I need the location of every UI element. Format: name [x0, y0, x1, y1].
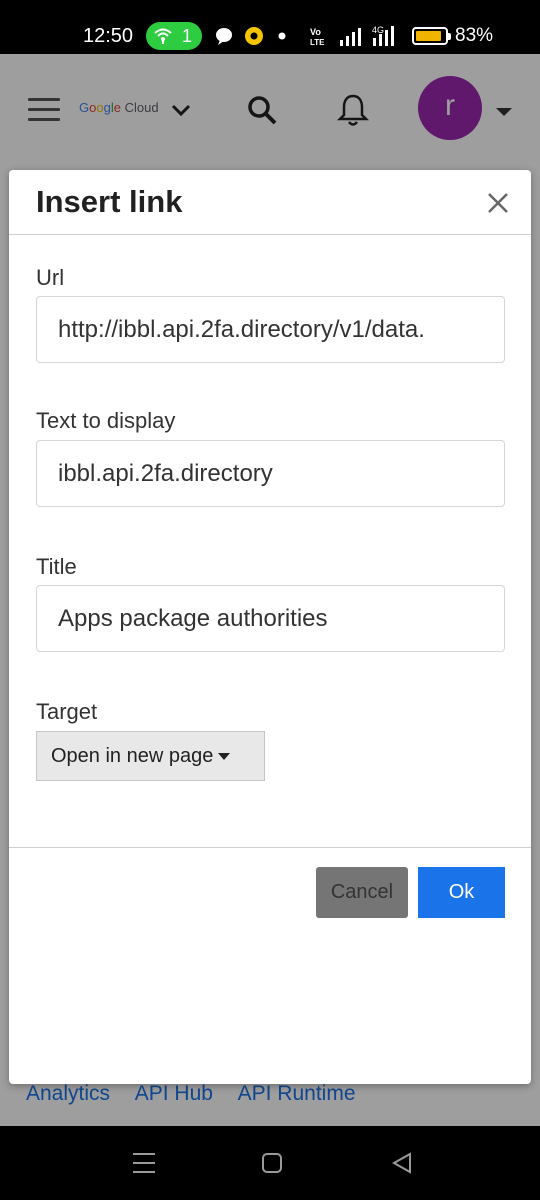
ok-button[interactable]: Ok: [418, 867, 505, 918]
back-icon[interactable]: [390, 1151, 414, 1175]
target-select[interactable]: Open in new page: [36, 731, 265, 781]
network-type-label: 4G: [372, 25, 384, 35]
svg-text:LTE: LTE: [310, 38, 325, 47]
url-input[interactable]: http://ibbl.api.2fa.directory/v1/data.: [36, 296, 505, 363]
hotspot-badge: 1: [146, 22, 202, 50]
recent-apps-icon[interactable]: [133, 1153, 155, 1180]
more-notifications-dot: [278, 32, 286, 40]
signal-icon: [340, 28, 361, 46]
insert-link-dialog: Insert link Url http://ibbl.api.2fa.dire…: [9, 170, 531, 1084]
volte-label: Vo: [310, 27, 321, 37]
hotspot-icon: [154, 28, 172, 44]
title-input[interactable]: Apps package authorities: [36, 585, 505, 652]
footer-divider: [9, 847, 531, 848]
status-bar: 12:50 1 Vo LTE 4G 83%: [0, 0, 540, 54]
close-icon[interactable]: [485, 190, 511, 216]
hotspot-count: 1: [182, 26, 193, 46]
header-divider: [9, 234, 531, 235]
url-label: Url: [36, 265, 65, 290]
title-label: Title: [36, 554, 77, 579]
caret-down-icon: [218, 753, 230, 760]
target-label: Target: [36, 699, 98, 724]
dialog-title: Insert link: [36, 184, 183, 219]
coin-app-icon: [245, 27, 263, 45]
notification-icons: Vo LTE 4G: [216, 25, 394, 47]
text-to-display-label: Text to display: [36, 408, 176, 433]
system-nav-bar: [0, 1126, 540, 1200]
battery-percent: 83%: [455, 25, 494, 46]
home-icon[interactable]: [262, 1153, 282, 1173]
status-time: 12:50: [83, 25, 134, 47]
battery-icon: [412, 27, 451, 45]
cancel-button[interactable]: Cancel: [316, 867, 408, 918]
target-select-value: Open in new page: [51, 745, 214, 767]
text-to-display-input[interactable]: ibbl.api.2fa.directory: [36, 440, 505, 507]
chat-bubble-icon: [216, 28, 232, 45]
